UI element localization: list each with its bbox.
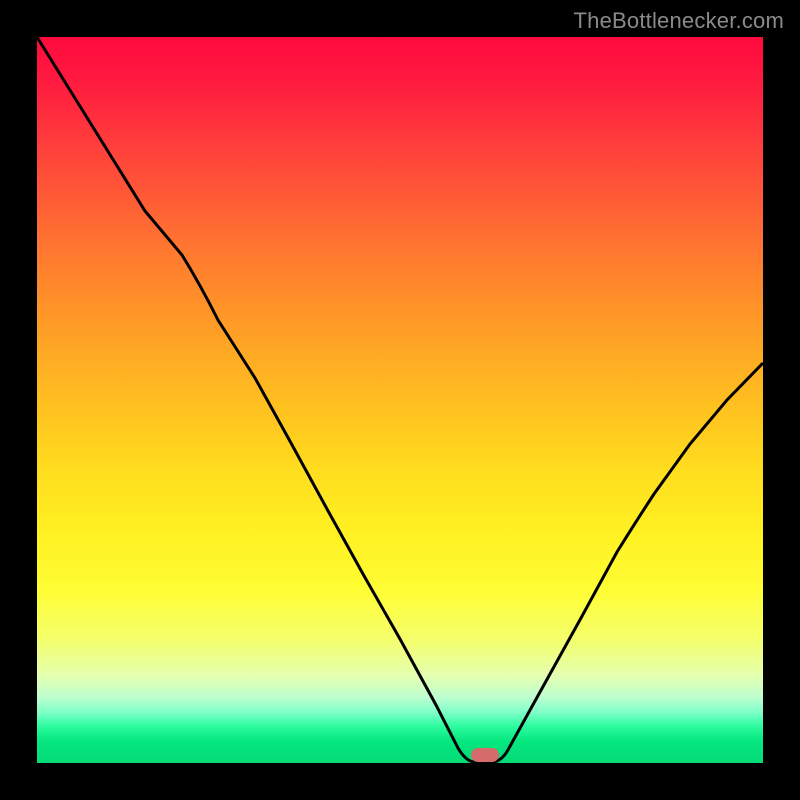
bottleneck-curve [37, 37, 763, 763]
plot-area [37, 37, 763, 763]
bottleneck-chart: TheBottlenecker.com [0, 0, 800, 800]
optimal-point-marker [471, 748, 499, 762]
watermark-text: TheBottlenecker.com [574, 8, 784, 34]
curve-path [37, 37, 763, 762]
